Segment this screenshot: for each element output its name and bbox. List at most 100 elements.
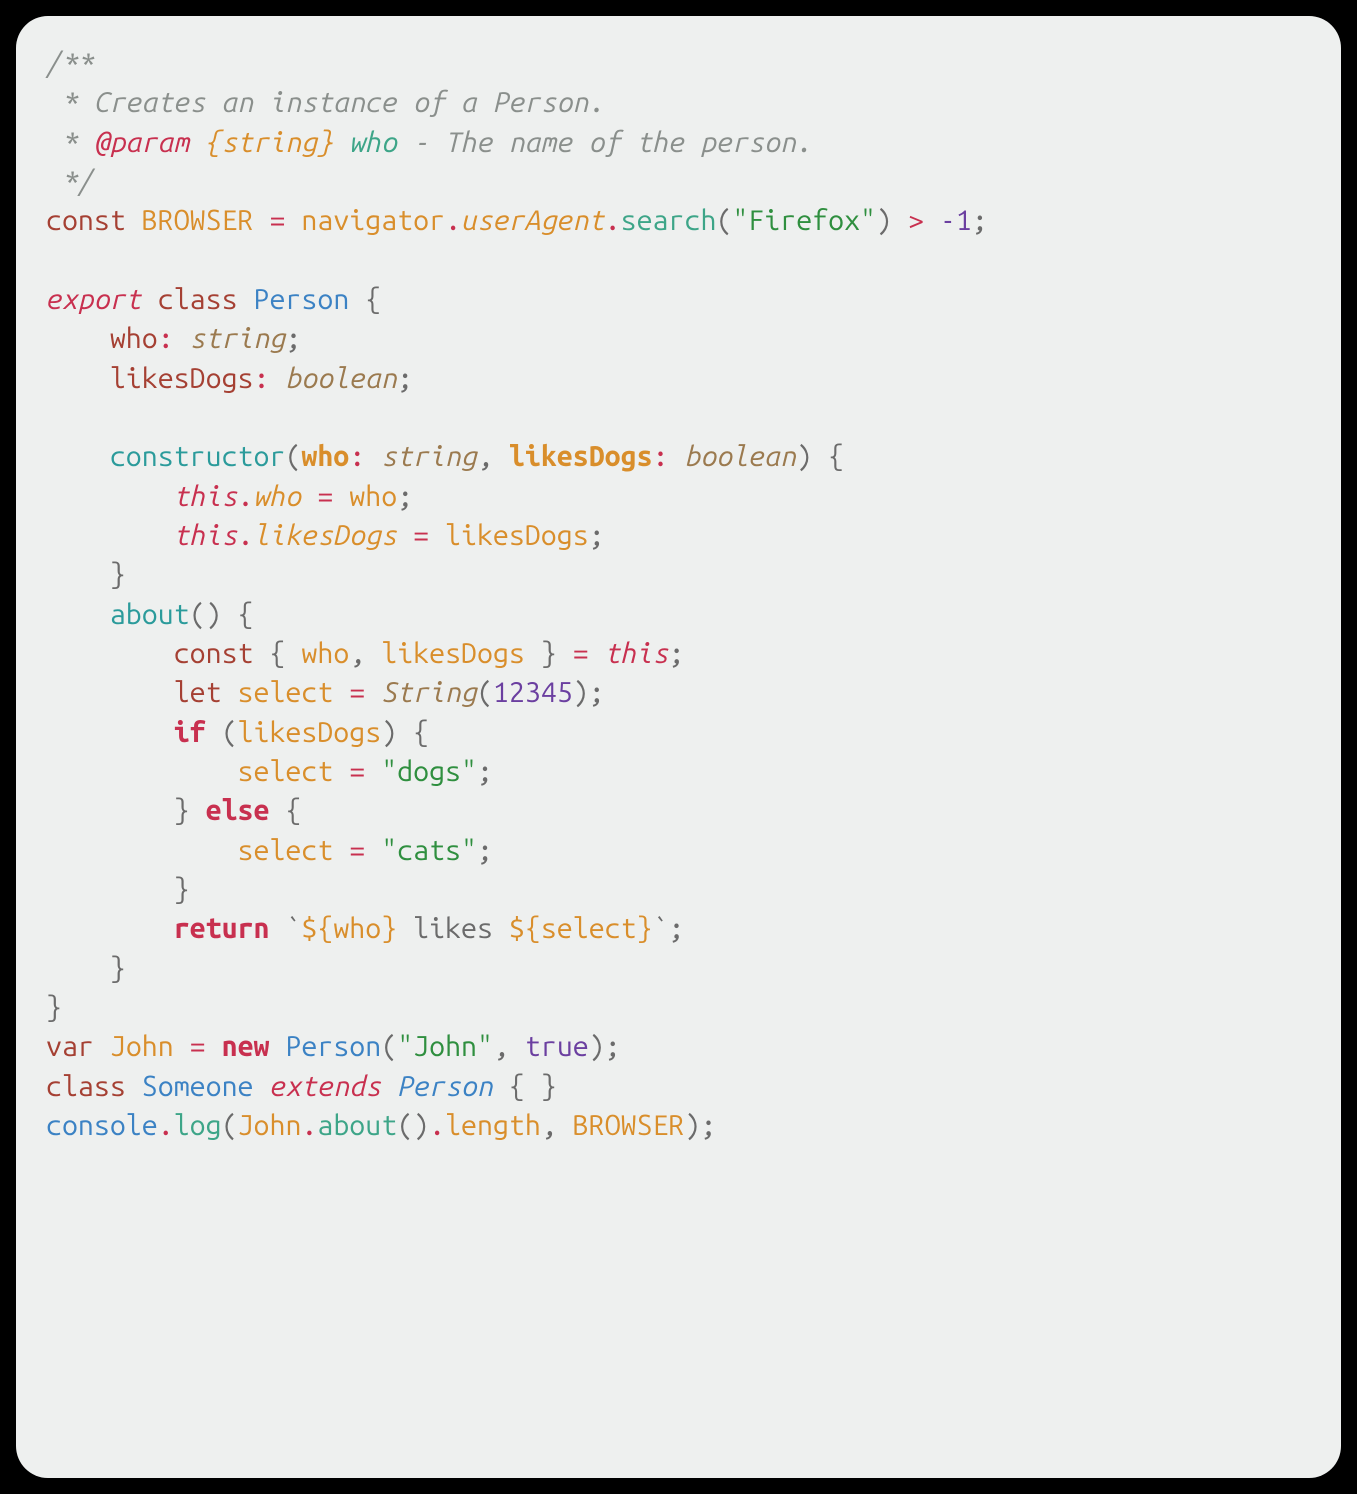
fn-search: search	[621, 204, 717, 236]
paren: )	[876, 204, 892, 236]
tpl-open: ${	[509, 912, 541, 944]
fn-about: about	[110, 598, 190, 630]
semi: ;	[397, 362, 413, 394]
const-browser: BROWSER	[573, 1109, 685, 1141]
paren: )	[589, 1030, 605, 1062]
jsdoc-name: who	[349, 126, 397, 158]
field-likesdogs: likesDogs	[110, 362, 254, 394]
navigator: navigator	[301, 204, 445, 236]
kw-else: else	[206, 794, 270, 826]
useragent: userAgent	[461, 204, 605, 236]
str-john: "John"	[397, 1030, 493, 1062]
paren: )	[206, 598, 222, 630]
jsdoc-param-prefix: *	[46, 126, 94, 158]
tpl-close: }	[637, 912, 653, 944]
colon: :	[253, 362, 269, 394]
type-string: string	[190, 322, 286, 354]
brace: }	[541, 637, 557, 669]
brace-close: }	[541, 1070, 557, 1102]
semi: ;	[669, 912, 685, 944]
semi: ;	[605, 1030, 621, 1062]
semi: ;	[589, 519, 605, 551]
brace: {	[828, 440, 844, 472]
param-likesdogs: likesDogs	[509, 440, 653, 472]
brace: {	[413, 716, 429, 748]
semi: ;	[589, 676, 605, 708]
prop-likesdogs: likesDogs	[254, 519, 398, 551]
paren: (	[397, 1109, 413, 1141]
colon: :	[158, 322, 174, 354]
brace: {	[238, 598, 254, 630]
str-dogs: "dogs"	[381, 755, 477, 787]
code-card: /** * Creates an instance of a Person. *…	[16, 16, 1341, 1478]
class-person: Person	[254, 283, 350, 315]
kw-const: const	[46, 204, 126, 236]
str-firefox: "Firefox"	[732, 204, 876, 236]
comma: ,	[493, 1030, 509, 1062]
paren: )	[685, 1109, 701, 1141]
type-boolean: boolean	[285, 362, 397, 394]
paren: (	[222, 716, 238, 748]
console: console	[46, 1109, 158, 1141]
var-select: select	[238, 676, 334, 708]
paren: (	[381, 1030, 397, 1062]
semi: ;	[285, 322, 301, 354]
op-eq: =	[349, 755, 365, 787]
class-person: Person	[285, 1030, 381, 1062]
this: this	[174, 480, 238, 512]
builtin-string: String	[381, 676, 477, 708]
kw-var: var	[46, 1030, 94, 1062]
dot: .	[429, 1109, 445, 1141]
tpl-open: ${	[301, 912, 333, 944]
op-eq: =	[317, 480, 333, 512]
jsdoc-rest: - The name of the person.	[397, 126, 812, 158]
brace: {	[365, 283, 381, 315]
op-eq: =	[349, 834, 365, 866]
dot: .	[238, 519, 254, 551]
type-string: string	[381, 440, 477, 472]
type-boolean: boolean	[684, 440, 796, 472]
colon: :	[653, 440, 669, 472]
kw-const: const	[174, 637, 254, 669]
paren: (	[190, 598, 206, 630]
kw-class: class	[46, 1070, 126, 1102]
code-block: /** * Creates an instance of a Person. *…	[46, 44, 1311, 1145]
var-john: John	[110, 1030, 174, 1062]
this: this	[174, 519, 238, 551]
var-who: who	[333, 912, 381, 944]
semi: ;	[477, 755, 493, 787]
constructor: constructor	[110, 440, 286, 472]
brace: {	[509, 1070, 525, 1102]
paren: (	[222, 1109, 238, 1141]
brace-close: }	[46, 991, 62, 1023]
kw-let: let	[174, 676, 222, 708]
brace: {	[285, 794, 301, 826]
paren: )	[381, 716, 397, 748]
brace-close: }	[110, 952, 126, 984]
var-john: John	[238, 1109, 302, 1141]
paren: )	[796, 440, 812, 472]
bool-true: true	[525, 1030, 589, 1062]
brace-close: }	[174, 873, 190, 905]
jsdoc-open: /**	[46, 47, 94, 79]
var-likesdogs: likesDogs	[445, 519, 589, 551]
prop-who: who	[254, 480, 302, 512]
op-eq: =	[413, 519, 429, 551]
num-neg1: -1	[940, 204, 972, 236]
op-eq: =	[573, 637, 589, 669]
paren: )	[573, 676, 589, 708]
semi: ;	[972, 204, 988, 236]
str-cats: "cats"	[381, 834, 477, 866]
jsdoc-close: */	[46, 165, 94, 197]
field-who: who	[110, 322, 158, 354]
kw-return: return	[174, 912, 270, 944]
kw-extends: extends	[269, 1070, 381, 1102]
var-select: select	[238, 834, 334, 866]
jsdoc-desc: * Creates an instance of a Person.	[46, 86, 605, 118]
jsdoc-type: {string}	[206, 126, 334, 158]
var-who: who	[301, 637, 349, 669]
brace-close: }	[174, 794, 190, 826]
prop-length: length	[445, 1109, 541, 1141]
class-someone: Someone	[142, 1070, 254, 1102]
semi: ;	[397, 480, 413, 512]
